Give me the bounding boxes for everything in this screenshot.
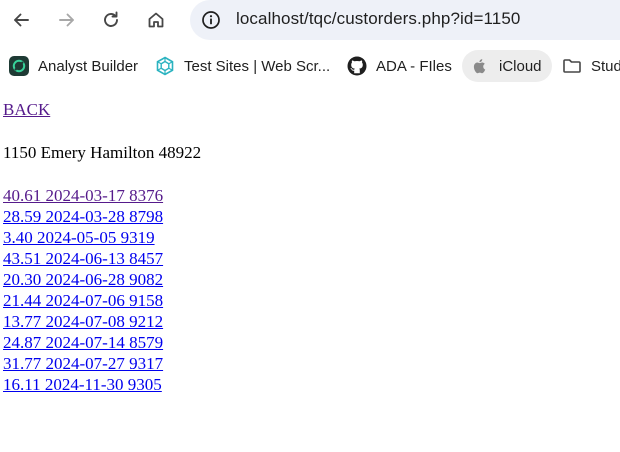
order-link[interactable]: 13.77 2024-07-08 9212 bbox=[3, 312, 163, 331]
site-info-icon[interactable] bbox=[200, 9, 222, 31]
list-item: 28.59 2024-03-28 8798 bbox=[3, 206, 163, 227]
order-link[interactable]: 3.40 2024-05-05 9319 bbox=[3, 228, 155, 247]
list-item: 3.40 2024-05-05 9319 bbox=[3, 227, 163, 248]
bookmark-ada-files[interactable]: ADA - FIles bbox=[347, 50, 452, 82]
list-item: 40.61 2024-03-17 8376 bbox=[3, 185, 163, 206]
bookmark-folder-stud[interactable]: Stud bbox=[562, 50, 620, 82]
customer-info: 1150 Emery Hamilton 48922 bbox=[3, 143, 202, 162]
list-item: 16.11 2024-11-30 9305 bbox=[3, 374, 163, 395]
bookmark-label: Analyst Builder bbox=[38, 57, 139, 75]
address-bar[interactable]: localhost/tqc/custorders.php?id=1150 bbox=[190, 0, 620, 40]
apple-icon bbox=[470, 56, 490, 76]
bookmarks-bar: Analyst Builder Test Sites | Web Scr... … bbox=[0, 48, 620, 84]
bookmark-label: Stud bbox=[591, 57, 620, 75]
order-link[interactable]: 20.30 2024-06-28 9082 bbox=[3, 270, 163, 289]
browser-chrome: localhost/tqc/custorders.php?id=1150 Ana… bbox=[0, 0, 620, 88]
order-link[interactable]: 40.61 2024-03-17 8376 bbox=[3, 186, 163, 205]
list-item: 43.51 2024-06-13 8457 bbox=[3, 248, 163, 269]
home-icon bbox=[146, 10, 166, 30]
arrow-right-icon bbox=[57, 10, 77, 30]
github-icon bbox=[347, 56, 367, 76]
reload-button[interactable] bbox=[95, 4, 127, 36]
orders-list: 40.61 2024-03-17 8376 28.59 2024-03-28 8… bbox=[3, 185, 163, 395]
list-item: 13.77 2024-07-08 9212 bbox=[3, 311, 163, 332]
folder-icon bbox=[562, 56, 582, 76]
order-link[interactable]: 21.44 2024-07-06 9158 bbox=[3, 291, 163, 310]
back-nav-button[interactable] bbox=[5, 4, 37, 36]
reload-icon bbox=[101, 10, 121, 30]
forward-nav-button[interactable] bbox=[51, 4, 83, 36]
bookmark-icloud[interactable]: iCloud bbox=[462, 50, 552, 82]
page-content: BACK 1150 Emery Hamilton 48922 40.61 202… bbox=[0, 88, 620, 452]
back-link[interactable]: BACK bbox=[3, 100, 50, 120]
arrow-left-icon bbox=[11, 10, 31, 30]
test-sites-favicon bbox=[155, 56, 175, 76]
home-button[interactable] bbox=[140, 4, 172, 36]
url-text: localhost/tqc/custorders.php?id=1150 bbox=[236, 9, 521, 28]
order-link[interactable]: 24.87 2024-07-14 8579 bbox=[3, 333, 163, 352]
bookmark-analyst-builder[interactable]: Analyst Builder bbox=[9, 50, 138, 82]
list-item: 31.77 2024-07-27 9317 bbox=[3, 353, 163, 374]
bookmark-label: ADA - FIles bbox=[376, 57, 452, 75]
bookmark-test-sites[interactable]: Test Sites | Web Scr... bbox=[155, 50, 330, 82]
order-link[interactable]: 43.51 2024-06-13 8457 bbox=[3, 249, 163, 268]
list-item: 21.44 2024-07-06 9158 bbox=[3, 290, 163, 311]
order-link[interactable]: 31.77 2024-07-27 9317 bbox=[3, 354, 163, 373]
browser-toolbar: localhost/tqc/custorders.php?id=1150 bbox=[0, 0, 620, 40]
list-item: 24.87 2024-07-14 8579 bbox=[3, 332, 163, 353]
bookmark-label: iCloud bbox=[499, 57, 542, 75]
list-item: 20.30 2024-06-28 9082 bbox=[3, 269, 163, 290]
order-link[interactable]: 16.11 2024-11-30 9305 bbox=[3, 375, 162, 394]
order-link[interactable]: 28.59 2024-03-28 8798 bbox=[3, 207, 163, 226]
bookmark-label: Test Sites | Web Scr... bbox=[184, 57, 331, 75]
analyst-builder-favicon bbox=[9, 56, 29, 76]
